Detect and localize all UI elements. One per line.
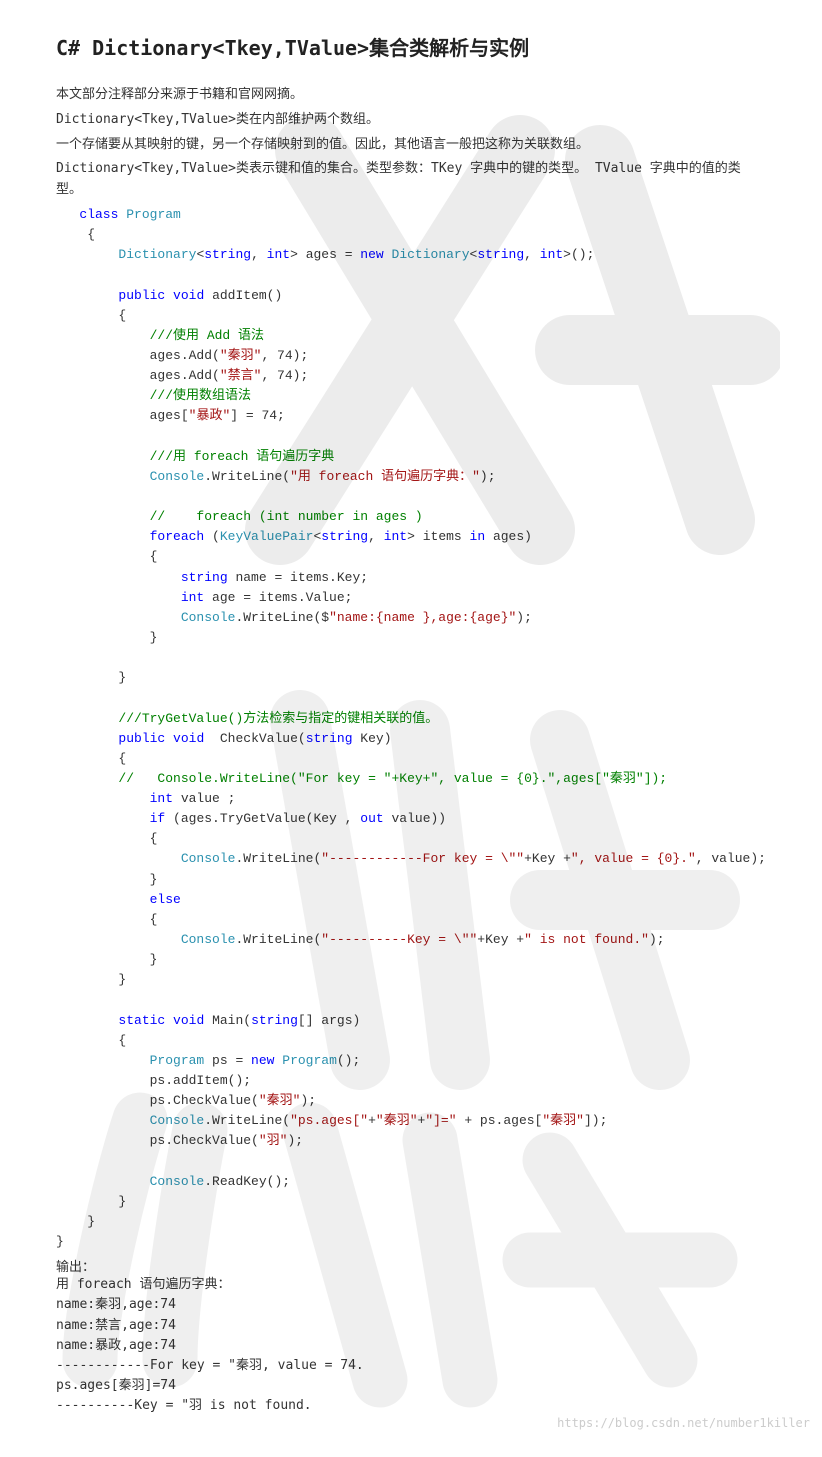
code-block: class Program { Dictionary<string, int> …	[56, 205, 766, 1252]
intro-line-1: 本文部分注释部分来源于书籍和官网网摘。	[56, 85, 766, 106]
page-title: C# Dictionary<Tkey,TValue>集合类解析与实例	[56, 32, 766, 61]
output-label: 输出：	[56, 1256, 766, 1275]
intro-line-4: Dictionary<Tkey,TValue>类表示键和值的集合。类型参数：TK…	[56, 159, 766, 201]
intro-line-2: Dictionary<Tkey,TValue>类在内部维护两个数组。	[56, 110, 766, 131]
program-output: 用 foreach 语句遍历字典： name:秦羽,age:74 name:禁言…	[56, 1275, 766, 1416]
intro-line-3: 一个存储要从其映射的键，另一个存储映射到的值。因此，其他语言一般把这称为关联数组…	[56, 135, 766, 156]
intro-paragraph: 本文部分注释部分来源于书籍和官网网摘。 Dictionary<Tkey,TVal…	[56, 85, 766, 201]
source-url-watermark: https://blog.csdn.net/number1killer	[557, 1416, 810, 1430]
